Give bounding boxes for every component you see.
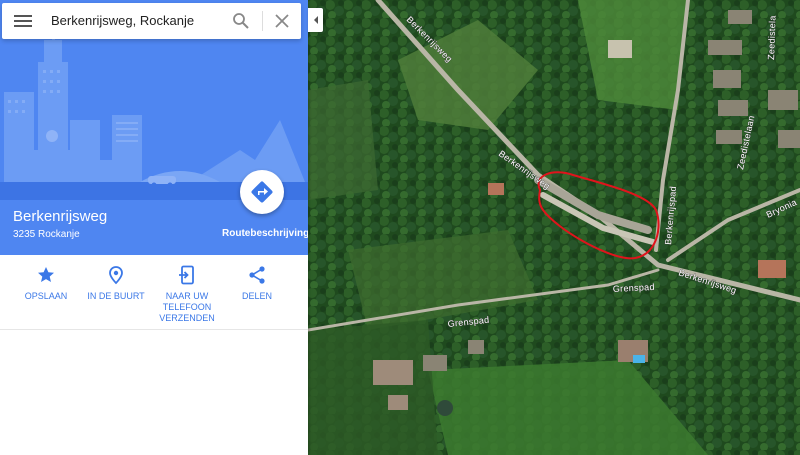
- nearby-label: IN DE BUURT: [87, 291, 145, 301]
- place-address: 3235 Rockanje: [13, 229, 80, 240]
- share-button[interactable]: DELEN: [222, 265, 292, 302]
- directions-button[interactable]: [240, 170, 284, 214]
- send-to-phone-icon: [179, 265, 194, 285]
- search-box: [2, 3, 301, 39]
- place-title: Berkenrijsweg: [13, 208, 108, 225]
- menu-icon[interactable]: [14, 13, 32, 29]
- share-icon: [249, 266, 265, 284]
- star-icon: [38, 267, 54, 282]
- directions-icon: [251, 181, 273, 203]
- collapse-panel-button[interactable]: [308, 8, 323, 32]
- action-bar: OPSLAAN IN DE BUURT NAAR UW TELEFOON VER…: [0, 255, 308, 330]
- location-pin-icon: [109, 266, 123, 285]
- save-label: OPSLAAN: [24, 291, 68, 301]
- satellite-map[interactable]: Berkenrijsweg Berkenrijsweg Berkenrijspa…: [308, 0, 800, 455]
- search-divider: [262, 11, 263, 31]
- satellite-imagery: Berkenrijsweg Berkenrijsweg Berkenrijspa…: [308, 0, 800, 455]
- directions-label[interactable]: Routebeschrijving: [222, 228, 308, 239]
- send-to-phone-button[interactable]: NAAR UW TELEFOON VERZENDEN: [152, 265, 222, 324]
- close-icon[interactable]: [274, 13, 290, 29]
- chevron-left-icon: [314, 16, 318, 24]
- place-panel: Berkenrijsweg 3235 Rockanje Routebeschri…: [0, 0, 308, 455]
- nearby-button[interactable]: IN DE BUURT: [81, 265, 151, 302]
- search-icon[interactable]: [232, 12, 250, 30]
- save-button[interactable]: OPSLAAN: [11, 265, 81, 302]
- share-label: DELEN: [241, 291, 272, 301]
- send-to-phone-label: NAAR UW TELEFOON VERZENDEN: [159, 291, 215, 323]
- street-label-zeedistela: Zeedistela: [766, 15, 778, 60]
- search-input[interactable]: [51, 13, 221, 28]
